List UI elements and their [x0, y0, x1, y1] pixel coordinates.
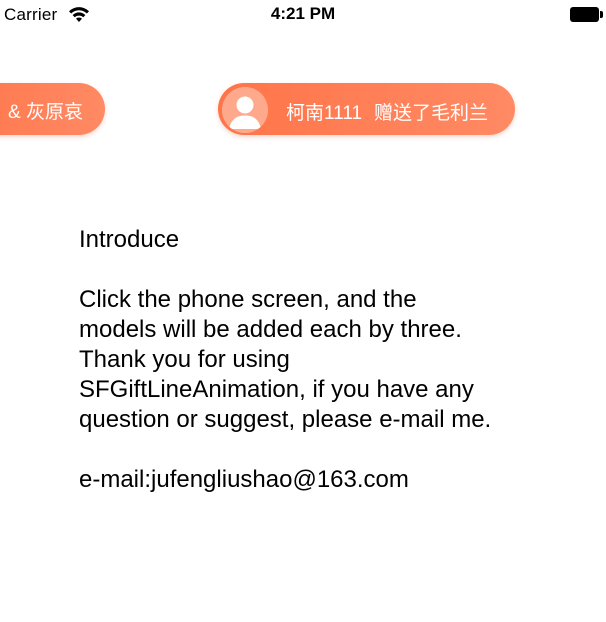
- introduce-line: Click the phone screen, and the: [79, 286, 417, 313]
- gift-banner-text: & 灰原哀: [8, 102, 83, 123]
- gift-action-text: 赠送了毛利兰: [374, 103, 489, 124]
- app-screen[interactable]: Carrier 4:21 PM & 灰原哀 柯南1111 赠送了毛利兰 Intr…: [0, 0, 606, 622]
- person-silhouette-icon: [222, 87, 268, 133]
- introduce-line: models will be added each by three.: [79, 316, 462, 343]
- gift-sender-name: 柯南1111: [286, 103, 363, 124]
- introduce-line: Thank you for using: [79, 346, 290, 373]
- battery-fill: [570, 7, 599, 22]
- introduce-section: Introduce Click the phone screen, and th…: [79, 225, 539, 495]
- gift-line-banner: 柯南1111 赠送了毛利兰: [218, 83, 515, 135]
- introduce-line: SFGiftLineAnimation, if you have any: [79, 376, 474, 403]
- clock-time: 4:21 PM: [270, 4, 336, 23]
- introduce-line: question or suggest, please e-mail me.: [79, 406, 492, 433]
- contact-email: e-mail:jufengliushao@163.com: [79, 466, 409, 493]
- introduce-title: Introduce: [79, 226, 180, 253]
- battery-tip: [600, 11, 603, 18]
- user-avatar-icon: [222, 87, 268, 133]
- gift-line-banner: & 灰原哀: [0, 83, 105, 135]
- battery-icon: [570, 7, 603, 22]
- status-bar: Carrier 4:21 PM: [0, 0, 606, 30]
